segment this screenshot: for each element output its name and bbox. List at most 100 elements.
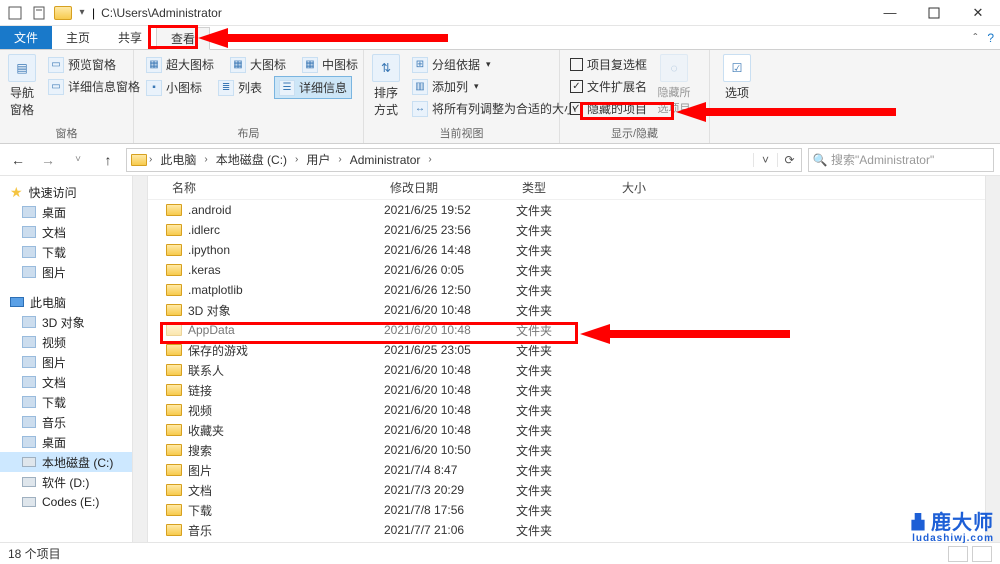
layout-extra-large[interactable]: ▦超大图标 [142,54,218,75]
file-row[interactable]: 保存的游戏2021/6/25 23:05文件夹 [148,340,1000,360]
hide-selected-button[interactable]: ◌ 隐藏所选项目 [657,54,691,116]
file-scrollbar[interactable] [985,176,1000,542]
checkbox-item-checkboxes[interactable]: 项目复选框 [568,54,649,75]
file-row[interactable]: .android2021/6/25 19:52文件夹 [148,200,1000,220]
nav-pc-drive-d[interactable]: 软件 (D:) [0,472,147,492]
file-list[interactable]: 名称 修改日期 类型 大小 .android2021/6/25 19:52文件夹… [148,176,1000,542]
file-type: 文件夹 [516,322,616,339]
layout-list[interactable]: ≣列表 [214,76,266,99]
crumb-0[interactable]: 此电脑 [154,149,202,171]
nav-pc-documents[interactable]: 文档 [0,372,147,392]
crumb-1[interactable]: 本地磁盘 (C:) [210,149,293,171]
file-row[interactable]: .keras2021/6/26 0:05文件夹 [148,260,1000,280]
help-icon[interactable]: ? [987,31,994,45]
nav-up-button[interactable]: ↑ [96,148,120,172]
nav-back-button[interactable]: ← [6,148,30,172]
qat-dropdown-icon[interactable]: ▾ [76,2,88,24]
file-row[interactable]: 联系人2021/6/20 10:48文件夹 [148,360,1000,380]
addr-dropdown-icon[interactable]: ˅ [753,153,777,167]
file-row[interactable]: AppData2021/6/20 10:48文件夹 [148,320,1000,340]
checkbox-file-extensions[interactable]: ✓文件扩展名 [568,76,649,97]
layout-medium[interactable]: ▦中图标 [298,54,362,75]
file-row[interactable]: 链接2021/6/20 10:48文件夹 [148,380,1000,400]
nav-pc-music[interactable]: 音乐 [0,412,147,432]
nav-pc-3d[interactable]: 3D 对象 [0,312,147,332]
column-headers[interactable]: 名称 修改日期 类型 大小 [148,176,1000,200]
qat-new-icon[interactable] [28,2,50,24]
file-row[interactable]: 文档2021/7/3 20:29文件夹 [148,480,1000,500]
nav-quick-documents[interactable]: 文档 [0,222,147,242]
nav-pc-drive-e[interactable]: Codes (E:) [0,492,147,512]
file-row[interactable]: .ipython2021/6/26 14:48文件夹 [148,240,1000,260]
nav-pane-button[interactable]: ▤ 导航窗格 [8,54,36,118]
nav-pc-videos[interactable]: 视频 [0,332,147,352]
nav-scrollbar[interactable] [132,176,147,542]
tab-share[interactable]: 共享 [104,26,156,49]
close-button[interactable]: ✕ [956,0,1000,26]
breadcrumb[interactable]: › 此电脑› 本地磁盘 (C:)› 用户› Administrator› ˅ ⟳ [126,148,802,172]
autosize-columns-button[interactable]: ↔将所有列调整为合适的大小 [408,98,580,119]
col-size[interactable]: 大小 [616,179,696,196]
qat-props-icon[interactable] [4,2,26,24]
nav-tree[interactable]: ★快速访问 桌面 文档 下载 图片 此电脑 3D 对象 视频 图片 文档 下载 … [0,176,148,542]
file-row[interactable]: 下载2021/7/8 17:56文件夹 [148,500,1000,520]
nav-pc-downloads[interactable]: 下载 [0,392,147,412]
file-date: 2021/6/20 10:48 [384,383,516,397]
file-type: 文件夹 [516,342,616,359]
nav-quick-desktop[interactable]: 桌面 [0,202,147,222]
file-row[interactable]: 搜索2021/6/20 10:50文件夹 [148,440,1000,460]
nav-pc-drive-c[interactable]: 本地磁盘 (C:) [0,452,147,472]
nav-quick-downloads[interactable]: 下载 [0,242,147,262]
file-row[interactable]: 收藏夹2021/6/20 10:48文件夹 [148,420,1000,440]
checkbox-hidden-items[interactable]: ✓隐藏的项目 [568,98,649,119]
minimize-button[interactable]: — [868,0,912,26]
ribbon-collapse-icon[interactable]: ˆ [973,31,977,45]
tab-view[interactable]: 查看 [156,27,210,50]
layout-details[interactable]: ☰详细信息 [274,76,352,99]
search-input[interactable]: 🔍 搜索"Administrator" [808,148,994,172]
file-row[interactable]: 音乐2021/7/7 21:06文件夹 [148,520,1000,540]
tab-home[interactable]: 主页 [52,26,104,49]
file-name: .android [188,203,231,217]
file-name: 链接 [188,382,212,399]
search-icon: 🔍 [809,153,831,167]
options-button[interactable]: ☑ 选项 [718,54,756,101]
crumb-3[interactable]: Administrator [344,149,427,171]
file-date: 2021/6/26 0:05 [384,263,516,277]
layout-large[interactable]: ▦大图标 [226,54,290,75]
crumb-2[interactable]: 用户 [300,149,336,171]
tab-file[interactable]: 文件 [0,26,52,49]
sort-by-button[interactable]: ⇅ 排序方式 [372,54,400,118]
group-by-button[interactable]: ⊞分组依据▾ [408,54,580,75]
file-row[interactable]: 图片2021/7/4 8:47文件夹 [148,460,1000,480]
col-type[interactable]: 类型 [516,179,616,196]
address-bar: ← → ˅ ↑ › 此电脑› 本地磁盘 (C:)› 用户› Administra… [0,144,1000,176]
file-row[interactable]: 3D 对象2021/6/20 10:48文件夹 [148,300,1000,320]
nav-quick-pictures[interactable]: 图片 [0,262,147,282]
details-pane-button[interactable]: ▭详细信息窗格 [44,76,144,97]
nav-pc-desktop[interactable]: 桌面 [0,432,147,452]
folder-icon [166,404,182,416]
nav-this-pc[interactable]: 此电脑 [0,292,147,312]
view-mode-details-icon[interactable] [948,546,968,562]
preview-pane-button[interactable]: ▭预览窗格 [44,54,144,75]
nav-quick-access[interactable]: ★快速访问 [0,182,147,202]
refresh-icon[interactable]: ⟳ [777,153,801,167]
file-row[interactable]: 视频2021/6/20 10:48文件夹 [148,400,1000,420]
nav-recent-button[interactable]: ˅ [66,148,90,172]
col-date[interactable]: 修改日期 [384,179,516,196]
add-columns-button[interactable]: ▥添加列▾ [408,76,580,97]
file-row[interactable]: .matplotlib2021/6/26 12:50文件夹 [148,280,1000,300]
view-mode-large-icon[interactable] [972,546,992,562]
title-bar: ▾ | C:\Users\Administrator — ✕ [0,0,1000,26]
file-name: 文档 [188,482,212,499]
maximize-button[interactable] [912,0,956,26]
file-row[interactable]: NTUSER.DAT2021/7/8 0:21DAT 文件5,120 KB [148,540,1000,542]
file-row[interactable]: .idlerc2021/6/25 23:56文件夹 [148,220,1000,240]
nav-forward-button[interactable]: → [36,148,60,172]
nav-pc-pictures[interactable]: 图片 [0,352,147,372]
folder-icon [166,264,182,276]
file-date: 2021/6/20 10:50 [384,443,516,457]
col-name[interactable]: 名称 [166,179,384,196]
layout-small[interactable]: ▪小图标 [142,76,206,99]
